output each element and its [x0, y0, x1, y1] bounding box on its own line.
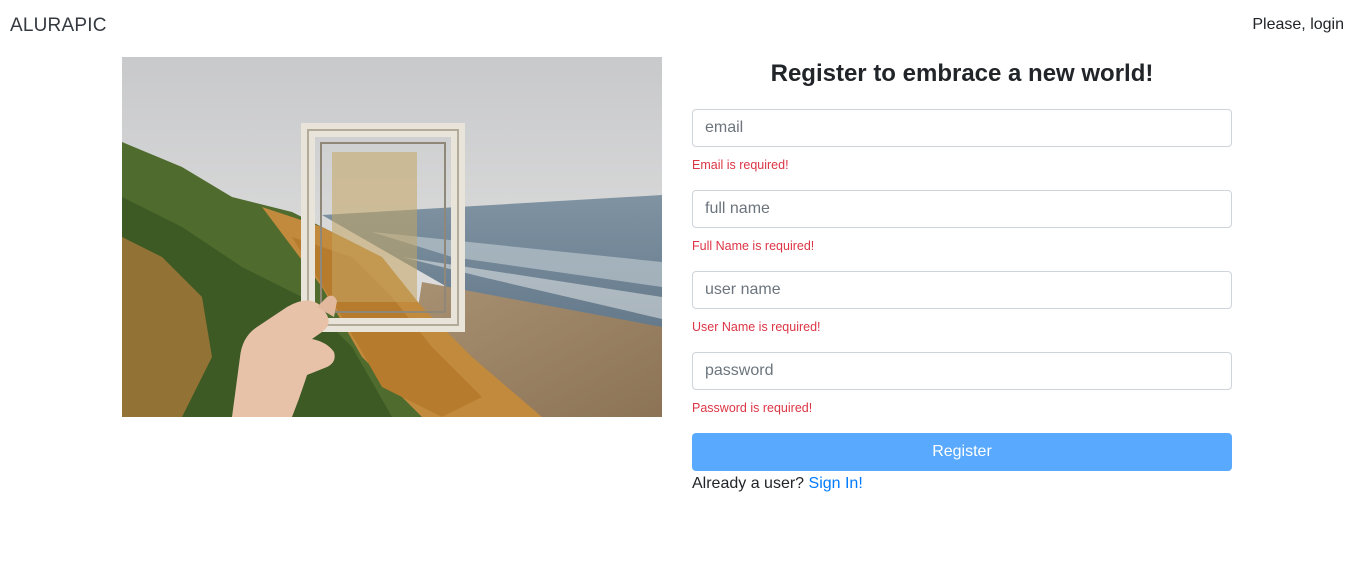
email-input[interactable] — [692, 109, 1232, 147]
sign-in-link[interactable]: Sign In! — [809, 475, 863, 492]
navbar: ALURAPIC Please, login — [0, 0, 1354, 52]
full-name-input[interactable] — [692, 190, 1232, 228]
email-error: Email is required! — [692, 158, 789, 172]
already-user-text: Already a user? — [692, 475, 805, 492]
login-prompt-link[interactable]: Please, login — [1252, 16, 1344, 34]
form-title: Register to embrace a new world! — [770, 60, 1154, 87]
hero-photo-illustration — [122, 57, 662, 417]
signin-prompt: Already a user? Sign In! — [692, 475, 863, 493]
hero-image — [122, 57, 662, 417]
password-error: Password is required! — [692, 401, 813, 415]
password-input[interactable] — [692, 352, 1232, 390]
register-form: Register to embrace a new world! Email i… — [692, 57, 1232, 492]
user-name-error: User Name is required! — [692, 320, 821, 334]
user-name-input[interactable] — [692, 271, 1232, 309]
full-name-error: Full Name is required! — [692, 239, 815, 253]
register-button[interactable]: Register — [692, 433, 1232, 471]
brand-logo-link[interactable]: ALURAPIC — [10, 15, 107, 37]
